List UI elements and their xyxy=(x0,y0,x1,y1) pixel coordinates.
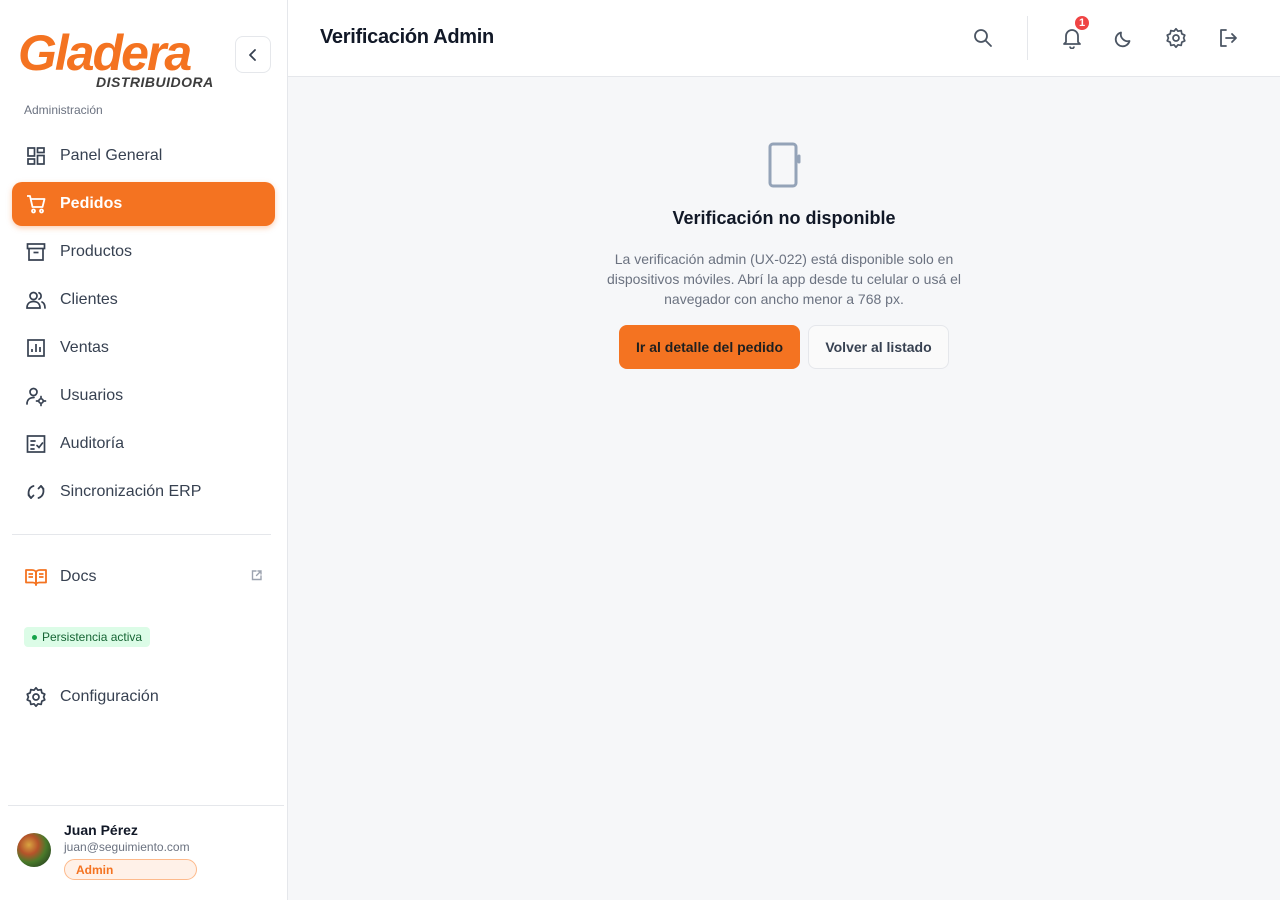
sidebar-item-productos[interactable]: Productos xyxy=(12,230,275,274)
users-icon xyxy=(24,288,48,312)
search-button[interactable] xyxy=(965,20,1001,56)
user-role-badge: Admin xyxy=(64,859,197,880)
archive-icon xyxy=(24,240,48,264)
status-dot xyxy=(32,634,37,640)
checklist-icon xyxy=(24,432,48,456)
dashboard-icon xyxy=(24,144,48,168)
section-label: Administración xyxy=(24,103,103,117)
sidebar-item-label: Auditoría xyxy=(60,435,125,452)
empty-state-title: Verificación no disponible xyxy=(672,208,896,228)
header-divider xyxy=(1027,16,1028,60)
sidebar-item-label: Pedidos xyxy=(60,195,123,212)
sidebar-item-configuracion[interactable]: Configuración xyxy=(12,675,275,719)
page-title: Verificación Admin xyxy=(320,26,494,48)
gear-icon xyxy=(24,685,48,709)
sidebar-item-sincronizacion-erp[interactable]: Sincronización ERP xyxy=(12,470,275,514)
avatar xyxy=(17,833,51,867)
book-icon xyxy=(24,565,48,589)
user-gear-icon xyxy=(24,384,48,408)
sidebar-item-ventas[interactable]: Ventas xyxy=(12,326,275,370)
dark-mode-toggle[interactable] xyxy=(1106,20,1142,56)
sidebar-item-label: Docs xyxy=(60,568,97,585)
external-link-icon xyxy=(250,569,263,587)
logout-button[interactable] xyxy=(1210,20,1246,56)
sidebar-item-docs[interactable]: Docs xyxy=(12,555,275,599)
notifications-button[interactable]: 1 xyxy=(1054,14,1091,56)
empty-state-description: La verificación admin (UX-022) está disp… xyxy=(606,251,962,307)
sidebar-item-label: Panel General xyxy=(60,147,163,164)
collapse-sidebar-button[interactable] xyxy=(235,36,271,73)
persistence-status-badge: Persistencia activa xyxy=(24,627,151,647)
sidebar-item-label: Clientes xyxy=(60,291,118,308)
gear-icon xyxy=(1166,27,1186,49)
sidebar-item-label: Productos xyxy=(60,243,133,260)
sidebar-item-pedidos[interactable]: Pedidos xyxy=(12,182,275,226)
brand-subtitle: DISTRIBUIDORA xyxy=(96,74,214,90)
sidebar-item-label: Usuarios xyxy=(60,387,124,404)
top-header: Verificación Admin 1 xyxy=(288,0,1280,77)
mobile-device-icon xyxy=(768,142,801,188)
sync-icon xyxy=(24,480,48,504)
order-detail-button[interactable]: Ir al detalle del pedido xyxy=(619,325,800,369)
persistence-label: Persistencia activa xyxy=(42,630,143,644)
brand-logo: Gladera DISTRIBUIDORA xyxy=(18,22,218,92)
logout-icon xyxy=(1220,29,1237,47)
sidebar-item-label: Sincronización ERP xyxy=(60,483,202,500)
user-profile[interactable]: Juan Pérez juan@seguimiento.com Admin xyxy=(8,805,284,900)
sidebar-divider xyxy=(12,534,271,535)
chevron-left-icon xyxy=(249,48,256,61)
search-icon xyxy=(974,29,992,47)
sidebar-item-label: Ventas xyxy=(60,339,109,356)
user-email: juan@seguimiento.com xyxy=(64,840,190,854)
back-to-list-button[interactable]: Volver al listado xyxy=(808,325,949,369)
settings-button[interactable] xyxy=(1158,20,1194,56)
sidebar-item-usuarios[interactable]: Usuarios xyxy=(12,374,275,418)
notification-count-badge: 1 xyxy=(1073,14,1091,32)
sidebar: Gladera DISTRIBUIDORA Administración Pan… xyxy=(0,0,288,900)
chart-icon xyxy=(24,336,48,360)
moon-icon xyxy=(1114,31,1131,48)
sidebar-item-label: Configuración xyxy=(60,688,159,705)
sidebar-item-auditoria[interactable]: Auditoría xyxy=(12,422,275,466)
cart-icon xyxy=(24,192,48,216)
sidebar-item-clientes[interactable]: Clientes xyxy=(12,278,275,322)
sidebar-item-panel-general[interactable]: Panel General xyxy=(12,134,275,178)
user-name: Juan Pérez xyxy=(64,822,138,838)
sidebar-nav: Panel General Pedidos Productos Clientes… xyxy=(12,134,275,518)
